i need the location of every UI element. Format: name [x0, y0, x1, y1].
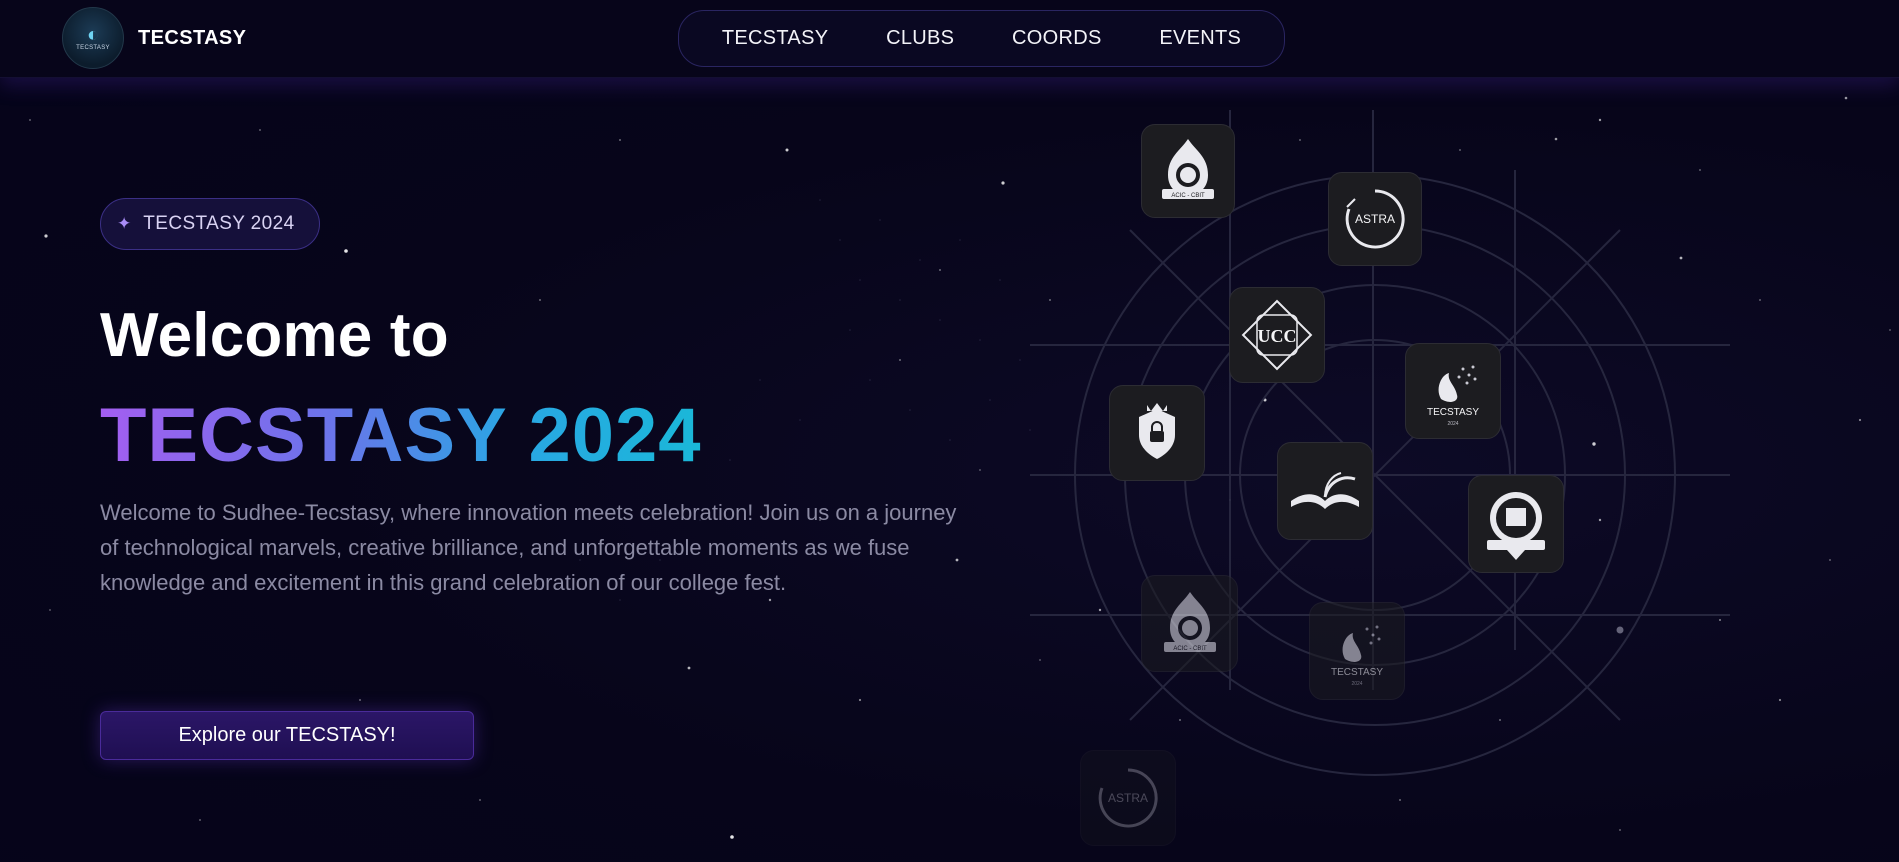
acic-caption: ACIC - CBIT: [1171, 193, 1205, 199]
astra-caption-2: ASTRA: [1108, 791, 1148, 805]
institute-emblem-icon: [1487, 492, 1545, 560]
astra-logo-tile[interactable]: ASTRA: [1328, 172, 1422, 266]
hero-title-welcome: Welcome to: [100, 301, 449, 370]
astra-icon-2: ASTRA: [1098, 768, 1158, 828]
ucc-caption: UCC: [1258, 326, 1297, 346]
page: ◐ TECSTASY TECSTASY TECSTASY CLUBS COORD…: [0, 0, 1899, 862]
acic-cbit-logo-tile-2[interactable]: ACIC - CBIT: [1141, 575, 1238, 672]
astra-icon: ASTRA: [1345, 189, 1405, 249]
logo-caption: TECSTASY: [76, 45, 110, 51]
tecstasy-logo-icon: ◐ TECSTASY: [62, 7, 124, 69]
literary-club-logo-tile[interactable]: [1277, 442, 1373, 540]
tecstasy-icon: TECSTASY 2024: [1427, 365, 1479, 427]
explore-button[interactable]: Explore our TECSTASY!: [100, 711, 474, 760]
top-navbar: ◐ TECSTASY TECSTASY TECSTASY CLUBS COORD…: [0, 0, 1899, 78]
edition-badge: ✦ TECSTASY 2024: [100, 198, 320, 250]
logo-glyph: ◐: [86, 24, 100, 46]
tecstasy-logo-tile[interactable]: TECSTASY 2024: [1405, 343, 1501, 439]
astra-caption: ASTRA: [1355, 212, 1395, 226]
tecstasy-caption: TECSTASY: [1427, 407, 1479, 418]
tecstasy-year: 2024: [1447, 421, 1458, 427]
nav-link-clubs[interactable]: CLUBS: [886, 27, 954, 50]
tecstasy-caption-2: TECSTASY: [1331, 667, 1383, 678]
hero-description: Welcome to Sudhee-Tecstasy, where innova…: [100, 500, 957, 595]
tecstasy-year-2: 2024: [1351, 681, 1362, 687]
nav-link-tecstasy[interactable]: TECSTASY: [722, 27, 829, 50]
institute-emblem-logo-tile[interactable]: [1468, 475, 1564, 573]
tecstasy-icon-2: TECSTASY 2024: [1331, 625, 1383, 687]
brand-logo-link[interactable]: ◐ TECSTASY TECSTASY: [62, 7, 246, 69]
edition-badge-label: TECSTASY 2024: [143, 213, 295, 234]
acic-cbit-icon: ACIC - CBIT: [1162, 139, 1214, 199]
nav-link-events[interactable]: EVENTS: [1159, 27, 1241, 50]
acic-cbit-icon-2: ACIC - CBIT: [1163, 591, 1216, 652]
shield-lock-icon: [1139, 403, 1175, 459]
brand-name[interactable]: TECSTASY: [138, 27, 246, 50]
nav-link-coords[interactable]: COORDS: [1012, 27, 1102, 50]
club-logo-cluster: ACIC - CBIT ASTRA UCC TECSTASY 2024 ACIC…: [990, 90, 1770, 862]
astra-logo-tile-2[interactable]: ASTRA: [1080, 750, 1176, 846]
ucc-icon: UCC: [1241, 299, 1313, 371]
tecstasy-logo-tile-2[interactable]: TECSTASY 2024: [1309, 602, 1405, 700]
security-club-logo-tile[interactable]: [1109, 385, 1205, 481]
ucc-logo-tile[interactable]: UCC: [1229, 287, 1325, 383]
acic-cbit-logo-tile[interactable]: ACIC - CBIT: [1141, 124, 1235, 218]
sparkles-icon: ✦: [117, 214, 132, 233]
hero-title-brand: TECSTASY 2024: [100, 393, 702, 478]
main-nav: TECSTASY CLUBS COORDS EVENTS: [678, 10, 1285, 67]
open-book-icon: [1291, 472, 1359, 509]
acic-caption-2: ACIC - CBIT: [1173, 646, 1207, 652]
